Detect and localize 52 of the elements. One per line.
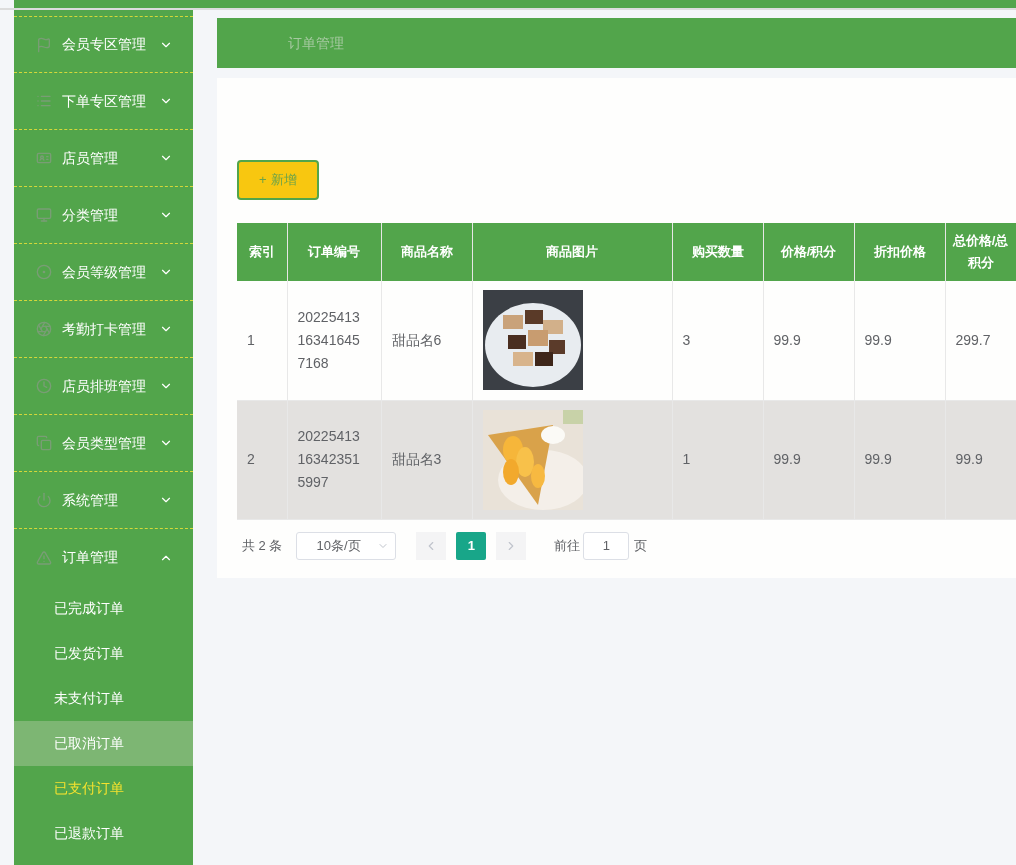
table-row[interactable]: 1 20225413163416457168 甜品名6 3 99.9 99.9 299.7 [237,281,1016,400]
total-count: 共 2 条 [242,536,283,555]
submenu-item[interactable]: 已取消订单 [14,721,193,766]
table-cell-text: 1 [682,450,692,469]
goto-label: 前往 [554,536,581,555]
table-cell-text: 99.9 [773,330,802,350]
menu-icon [36,93,52,109]
menu-item[interactable]: 会员专区管理 [14,16,193,73]
menu-item[interactable]: 店员管理 [14,130,193,187]
breadcrumb: 订单管理 [288,33,344,53]
goto-page-field[interactable]: 1 [583,531,630,560]
table-row[interactable]: 2 20225413163423515997 甜品名3 1 99.9 99.9 99.9 [237,400,1016,519]
menu-item[interactable]: 会员等级管理 [14,244,193,301]
next-page-button[interactable] [496,531,527,560]
submenu-item[interactable]: 未支付订单 [14,676,193,721]
menu-icon [36,435,52,451]
submenu-item[interactable]: 已完成订单 [14,586,193,631]
table-cell-text: 299.7 [955,330,992,350]
add-button[interactable]: + 新增 [237,160,319,200]
page-button[interactable]: 1 [456,531,487,560]
prev-page-button[interactable] [416,531,447,560]
table-cell-text: 20225413163423515997 [297,427,361,492]
menu-item[interactable]: 店员排班管理 [14,358,193,415]
submenu-item[interactable]: 已退款订单 [14,811,193,856]
menu-icon [36,321,52,337]
menu-item[interactable]: 系统管理 [14,472,193,529]
menu-icon [36,549,52,566]
table-cell-text: 99.9 [864,330,893,350]
table-cell-text: 1 [247,330,256,350]
menu-icon [36,36,52,53]
menu-item[interactable]: 会员类型管理 [14,415,193,472]
table-cell-text: 甜品名6 [391,330,443,350]
table-cell-text: 99.9 [864,450,893,469]
menu-icon [36,492,52,508]
table-cell-text: 甜品名3 [391,450,443,469]
table-cell-text: 2 [247,450,256,469]
table-cell-text: 99.9 [773,450,802,469]
menu-item[interactable]: 下单专区管理 [14,73,193,130]
menu-icon [36,150,52,166]
menu-item[interactable]: 考勤打卡管理 [14,301,193,358]
menu-icon [36,378,52,394]
submenu-item[interactable]: 已发货订单 [14,631,193,676]
goto-suffix: 页 [634,536,648,555]
table-cell-text: 3 [682,330,692,350]
menu-icon [36,207,52,223]
table-cell-text: 99.9 [955,450,984,469]
table-cell-text: 20225413163416457168 [297,307,361,373]
submenu-item[interactable]: 已支付订单 [14,766,193,811]
page-size-select[interactable]: 10条/页 [296,531,397,560]
menu-item[interactable]: 订单管理 [14,529,193,586]
menu-icon [36,264,52,280]
menu-item[interactable]: 分类管理 [14,187,193,244]
